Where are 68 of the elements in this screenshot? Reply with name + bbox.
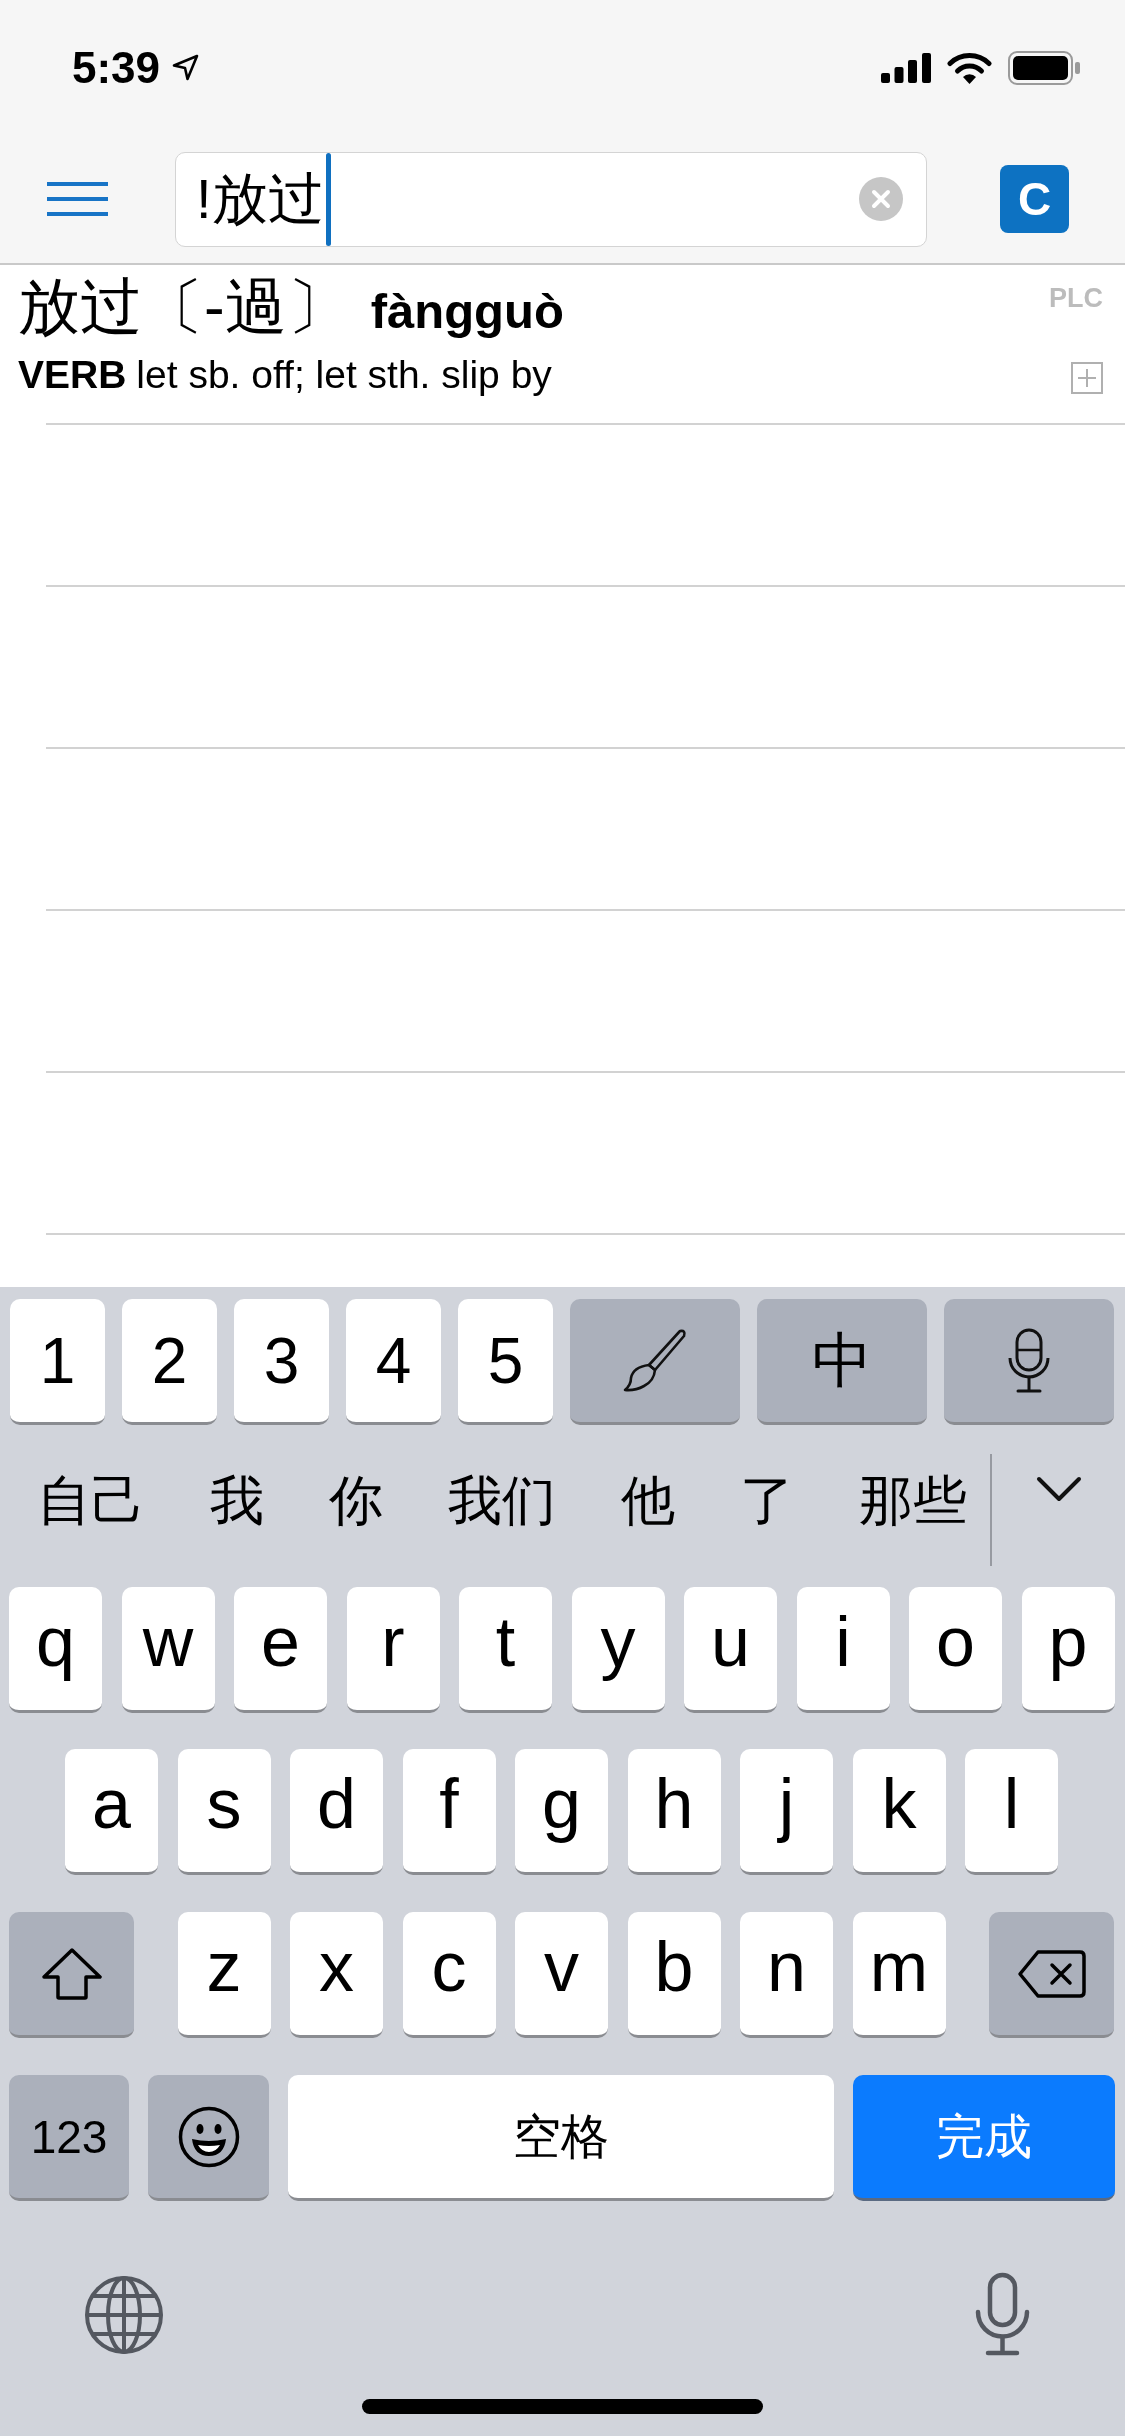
candidate-word[interactable]: 我们: [448, 1467, 556, 1533]
keyboard-key[interactable]: s: [177, 1749, 271, 1875]
keyboard-key[interactable]: 5: [458, 1299, 553, 1425]
keyboard-key[interactable]: n: [740, 1912, 833, 2038]
paintbrush-icon: [622, 1327, 688, 1394]
brush-key[interactable]: [570, 1299, 740, 1425]
keyboard-key[interactable]: c: [402, 1912, 496, 2038]
candidate-word[interactable]: 了: [740, 1467, 794, 1533]
candidate-word[interactable]: 我: [210, 1467, 264, 1533]
keyboard-key[interactable]: r: [346, 1587, 440, 1713]
keyboard-key[interactable]: o: [909, 1587, 1002, 1713]
keyboard-key[interactable]: p: [1021, 1587, 1115, 1713]
keyboard-key[interactable]: g: [515, 1749, 608, 1875]
keyboard-key[interactable]: q: [9, 1587, 102, 1713]
wifi-icon: [947, 51, 992, 84]
keyboard-key[interactable]: 2: [122, 1299, 217, 1425]
search-field[interactable]: !放过: [175, 151, 927, 247]
menu-icon[interactable]: [47, 182, 108, 216]
part-of-speech: VERB: [18, 353, 127, 398]
emoji-key[interactable]: [148, 2075, 269, 2201]
keyboard-key[interactable]: 中: [757, 1299, 927, 1425]
keyboard-key[interactable]: i: [796, 1587, 890, 1713]
keyboard-key[interactable]: u: [684, 1587, 777, 1713]
keyboard-key[interactable]: d: [290, 1749, 383, 1875]
source-label: PLC: [1049, 283, 1103, 314]
battery-icon: [1008, 50, 1080, 85]
keyboard-key[interactable]: 4: [346, 1299, 441, 1425]
candidate-word[interactable]: 他: [621, 1467, 675, 1533]
keyboard-key[interactable]: y: [571, 1587, 665, 1713]
location-arrow-icon: [172, 54, 200, 81]
signal-icon: [881, 52, 931, 83]
done-key[interactable]: 完成: [853, 2075, 1115, 2201]
keyboard-key[interactable]: h: [627, 1749, 721, 1875]
status-time: 5:39: [72, 45, 161, 90]
globe-icon[interactable]: [84, 2274, 164, 2355]
definition-text: let sb. off; let sth. slip by: [136, 353, 552, 398]
keyboard-key[interactable]: 123: [9, 2075, 129, 2201]
microphone-key[interactable]: [944, 1299, 1114, 1425]
smiley-icon: [177, 2105, 240, 2168]
chevron-down-icon[interactable]: [1036, 1476, 1082, 1502]
keyboard-key[interactable]: f: [402, 1749, 496, 1875]
shift-icon: [41, 1947, 102, 2000]
keyboard-key[interactable]: m: [852, 1912, 946, 2038]
space-bar[interactable]: 空格: [288, 2075, 834, 2201]
keyboard-key[interactable]: l: [965, 1749, 1058, 1875]
candidate-word[interactable]: 自己: [37, 1467, 145, 1533]
pinyin: fàngguò: [370, 283, 564, 339]
headword: 放过〔-過〕: [18, 273, 349, 342]
keyboard-key[interactable]: 1: [10, 1299, 105, 1425]
keyboard-key[interactable]: v: [515, 1912, 608, 2038]
backspace-icon: [1016, 1948, 1087, 1999]
keyboard-key[interactable]: j: [740, 1749, 833, 1875]
keyboard-key[interactable]: x: [290, 1912, 383, 2038]
keyboard-key[interactable]: a: [65, 1749, 158, 1875]
shift-key[interactable]: [9, 1912, 134, 2038]
keyboard-key[interactable]: z: [177, 1912, 271, 2038]
keyboard-key[interactable]: 3: [234, 1299, 329, 1425]
keyboard-key[interactable]: e: [234, 1587, 327, 1713]
keyboard-key[interactable]: b: [627, 1912, 721, 2038]
microphone-icon[interactable]: [974, 2272, 1031, 2357]
keyboard-key[interactable]: k: [852, 1749, 946, 1875]
keyboard-key[interactable]: t: [459, 1587, 552, 1713]
candidate-word[interactable]: 那些: [859, 1467, 967, 1533]
keyboard-key[interactable]: w: [121, 1587, 215, 1713]
backspace-key[interactable]: [989, 1912, 1114, 2038]
candidate-word[interactable]: 你: [329, 1467, 383, 1533]
mode-button[interactable]: C: [1000, 165, 1069, 233]
microphone-icon: [1007, 1327, 1051, 1394]
